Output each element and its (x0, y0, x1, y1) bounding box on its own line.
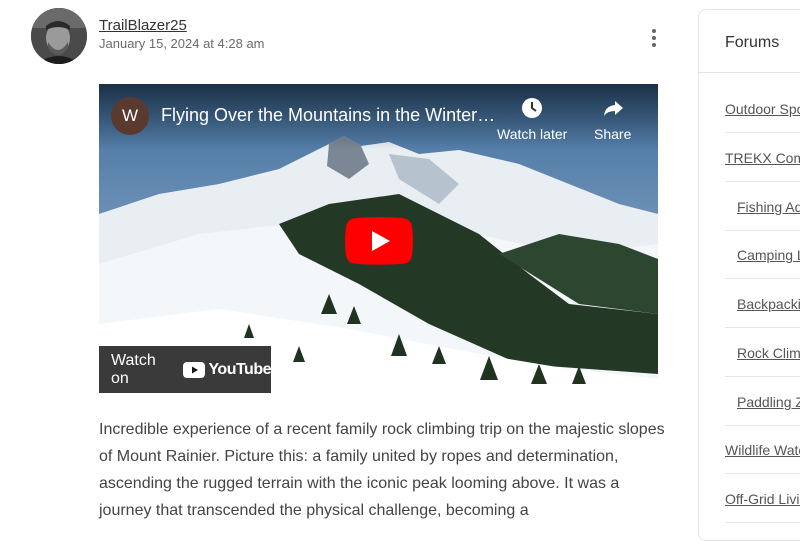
forum-link[interactable]: Wildlife Watching (725, 442, 800, 458)
forum-item-backpacking[interactable]: Backpacking (725, 279, 800, 328)
watch-later-button[interactable]: Watch later (497, 96, 567, 142)
post-body: Incredible experience of a recent family… (99, 421, 665, 519)
forum-post: TrailBlazer25 January 15, 2024 at 4:28 a… (0, 0, 690, 526)
youtube-play-icon (183, 361, 206, 378)
forum-link[interactable]: TREKX Community (725, 150, 800, 166)
forum-link[interactable]: Rock Climbing (737, 345, 800, 361)
forum-link[interactable]: Off-Grid Living (725, 491, 800, 507)
forums-sidebar: Forums Outdoor Sports TREKX Community Fi… (698, 9, 800, 541)
watch-on-youtube-button[interactable]: Watch on YouTube (99, 346, 271, 393)
forum-link[interactable]: Fishing Adventures (737, 199, 800, 215)
play-icon (345, 217, 413, 265)
forum-link[interactable]: Outdoor Sports (725, 101, 800, 117)
forum-item-outdoor-sports[interactable]: Outdoor Sports (725, 84, 800, 133)
post-timestamp: January 15, 2024 at 4:28 am (99, 36, 265, 51)
forum-item-off-grid[interactable]: Off-Grid Living (725, 474, 800, 523)
forum-item-wildlife[interactable]: Wildlife Watching (725, 425, 800, 474)
watch-later-label: Watch later (497, 126, 568, 142)
user-avatar[interactable] (31, 8, 87, 64)
post-username[interactable]: TrailBlazer25 (99, 17, 187, 34)
sidebar-title: Forums (725, 34, 780, 51)
clock-icon (522, 98, 543, 118)
channel-avatar[interactable]: W (111, 97, 149, 135)
forum-item-trekx-community[interactable]: TREKX Community (725, 133, 800, 182)
youtube-wordmark: YouTube (208, 360, 271, 378)
forum-link[interactable]: Paddling Zone (737, 394, 800, 410)
share-arrow-icon (603, 101, 623, 116)
youtube-logo: YouTube (183, 361, 271, 379)
video-title[interactable]: Flying Over the Mountains in the Winter… (161, 105, 495, 126)
forum-link[interactable]: Camping Life (737, 247, 800, 263)
watch-on-label: Watch on (111, 351, 156, 387)
sidebar-divider (699, 72, 800, 73)
forum-item-paddling[interactable]: Paddling Zone (725, 377, 800, 426)
share-label: Share (594, 126, 632, 142)
embedded-video[interactable]: W Flying Over the Mountains in the Winte… (99, 84, 658, 398)
forum-item-rock-climbing[interactable]: Rock Climbing (725, 328, 800, 377)
more-options-icon[interactable] (640, 26, 668, 50)
forum-item-camping[interactable]: Camping Life (725, 230, 800, 279)
forum-link[interactable]: Backpacking (737, 296, 800, 312)
share-button[interactable]: Share (594, 96, 631, 142)
play-button[interactable] (345, 217, 413, 265)
forum-item-fishing[interactable]: Fishing Adventures (725, 182, 800, 231)
